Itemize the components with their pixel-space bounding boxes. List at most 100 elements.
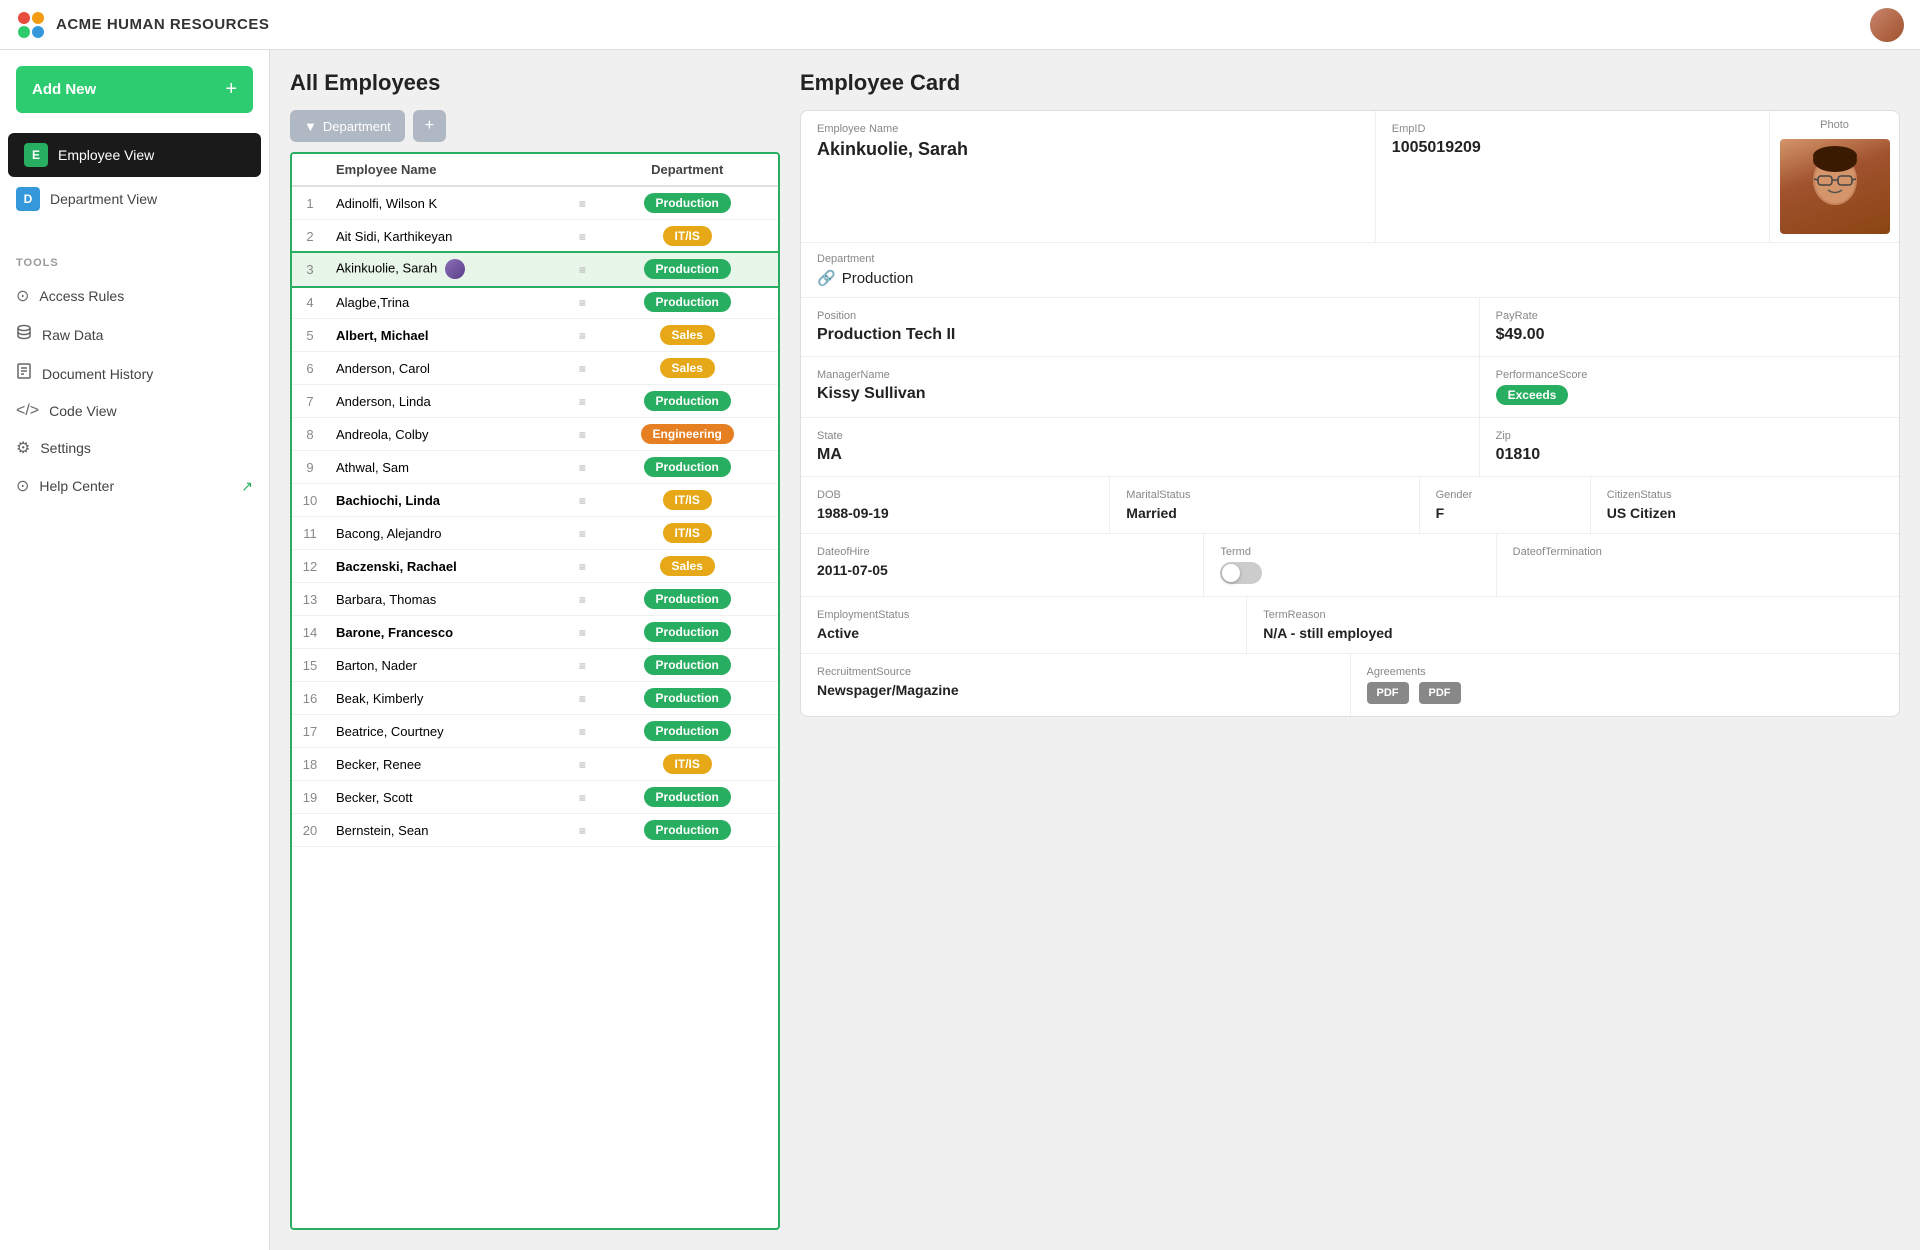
department-cell: Production [596,186,778,220]
table-row[interactable]: 9 Athwal, Sam ≡ Production [292,451,778,484]
empid-label: EmpID [1392,123,1753,135]
row-number: 19 [292,781,328,814]
card-cell-position: Position Production Tech II [801,298,1479,356]
department-badge: Production [644,721,731,741]
tools-heading: TOOLS [0,241,269,277]
employee-name: Akinkuolie, Sarah [336,260,437,275]
add-filter-button[interactable]: + [413,110,446,142]
department-filter-button[interactable]: ▼ Department [290,110,405,142]
card-cell-payrate: PayRate $49.00 [1479,298,1899,356]
employee-name: Bacong, Alejandro [336,526,442,541]
table-row[interactable]: 8 Andreola, Colby ≡ Engineering [292,418,778,451]
tool-access-rules[interactable]: ⊙ Access Rules [0,277,269,315]
selected-indicator [445,259,465,279]
add-new-label: Add New [32,81,96,98]
row-icon-cell: ≡ [568,319,596,352]
department-badge: Sales [660,325,715,345]
row-number: 10 [292,484,328,517]
department-view-label: Department View [50,191,157,207]
employee-name-cell: Andreola, Colby [328,418,568,451]
table-row[interactable]: 15 Barton, Nader ≡ Production [292,649,778,682]
employee-name-cell: Anderson, Carol [328,352,568,385]
add-new-button[interactable]: Add New + [16,66,253,113]
card-row-location: State MA Zip 01810 [801,418,1899,477]
row-icon-cell: ≡ [568,186,596,220]
table-row[interactable]: 4 Alagbe,Trina ≡ Production [292,286,778,319]
table-row[interactable]: 6 Anderson, Carol ≡ Sales [292,352,778,385]
gender-label: Gender [1436,489,1574,501]
department-badge: IT/IS [663,523,712,543]
table-row[interactable]: 1 Adinolfi, Wilson K ≡ Production [292,186,778,220]
department-badge: Production [644,391,731,411]
table-row[interactable]: 20 Bernstein, Sean ≡ Production [292,814,778,847]
row-icon-cell: ≡ [568,418,596,451]
avatar[interactable] [1870,8,1904,42]
table-row[interactable]: 12 Baczenski, Rachael ≡ Sales [292,550,778,583]
employee-name-cell: Athwal, Sam [328,451,568,484]
agreements-buttons: PDF PDF [1367,682,1884,704]
empid-value: 1005019209 [1392,139,1753,157]
table-row[interactable]: 16 Beak, Kimberly ≡ Production [292,682,778,715]
row-number: 9 [292,451,328,484]
table-row[interactable]: 19 Becker, Scott ≡ Production [292,781,778,814]
table-row[interactable]: 10 Bachiochi, Linda ≡ IT/IS [292,484,778,517]
access-rules-label: Access Rules [39,288,124,304]
table-row[interactable]: 17 Beatrice, Courtney ≡ Production [292,715,778,748]
table-row[interactable]: 11 Bacong, Alejandro ≡ IT/IS [292,517,778,550]
table-row[interactable]: 18 Becker, Renee ≡ IT/IS [292,748,778,781]
table-row[interactable]: 3 Akinkuolie, Sarah ≡ Production [292,253,778,286]
tool-code-view[interactable]: </> Code View [0,393,269,429]
employee-name: Baczenski, Rachael [336,559,457,574]
card-cell-manager: ManagerName Kissy Sullivan [801,357,1479,417]
card-cell-recruitment: RecruitmentSource Newspager/Magazine [801,654,1350,716]
tool-raw-data[interactable]: Raw Data [0,315,269,354]
employee-name: Beatrice, Courtney [336,724,444,739]
employee-name: Athwal, Sam [336,460,409,475]
table-row[interactable]: 7 Anderson, Linda ≡ Production [292,385,778,418]
termreason-value: N/A - still employed [1263,625,1883,641]
hire-label: DateofHire [817,546,1187,558]
card-row-personal: DOB 1988-09-19 MaritalStatus Married Gen… [801,477,1899,534]
pdf-button-1[interactable]: PDF [1367,682,1409,704]
hire-value: 2011-07-05 [817,562,1187,578]
tool-settings[interactable]: ⚙ Settings [0,429,269,467]
row-icon: ≡ [579,824,586,838]
tool-help-center[interactable]: ⊙ Help Center ↗ [0,467,269,505]
raw-data-icon [16,324,32,345]
row-icon-cell: ≡ [568,451,596,484]
card-cell-termreason: TermReason N/A - still employed [1246,597,1899,653]
main-content: All Employees ▼ Department + Employee Na… [270,50,1920,1250]
table-row[interactable]: 13 Barbara, Thomas ≡ Production [292,583,778,616]
row-icon: ≡ [579,494,586,508]
department-cell: Production [596,286,778,319]
table-row[interactable]: 14 Barone, Francesco ≡ Production [292,616,778,649]
performance-label: PerformanceScore [1496,369,1883,381]
filter-bar: ▼ Department + [290,110,780,142]
table-row[interactable]: 5 Albert, Michael ≡ Sales [292,319,778,352]
row-number: 15 [292,649,328,682]
sidebar-item-department-view[interactable]: D Department View [0,177,269,221]
employee-name: Ait Sidi, Karthikeyan [336,229,452,244]
termd-toggle[interactable] [1220,562,1262,584]
employee-name-cell: Ait Sidi, Karthikeyan [328,220,568,253]
col-employee-name: Employee Name [328,154,568,186]
manager-label: ManagerName [817,369,1463,381]
row-icon-cell: ≡ [568,781,596,814]
employee-table-wrapper[interactable]: Employee Name Department 1 Adinolfi, Wil… [290,152,780,1230]
card-cell-name: Employee Name Akinkuolie, Sarah [801,111,1375,242]
employee-view-icon: E [24,143,48,167]
tool-document-history[interactable]: Document History [0,354,269,393]
employee-name: Anderson, Carol [336,361,430,376]
row-icon: ≡ [579,527,586,541]
row-icon: ≡ [579,593,586,607]
marital-label: MaritalStatus [1126,489,1402,501]
pdf-button-2[interactable]: PDF [1419,682,1461,704]
raw-data-label: Raw Data [42,327,103,343]
employee-name-cell: Bernstein, Sean [328,814,568,847]
table-row[interactable]: 2 Ait Sidi, Karthikeyan ≡ IT/IS [292,220,778,253]
gender-value: F [1436,505,1574,521]
sidebar-item-employee-view[interactable]: E Employee View [8,133,261,177]
row-number: 17 [292,715,328,748]
department-cell: Production [596,781,778,814]
employee-table: Employee Name Department 1 Adinolfi, Wil… [292,154,778,847]
